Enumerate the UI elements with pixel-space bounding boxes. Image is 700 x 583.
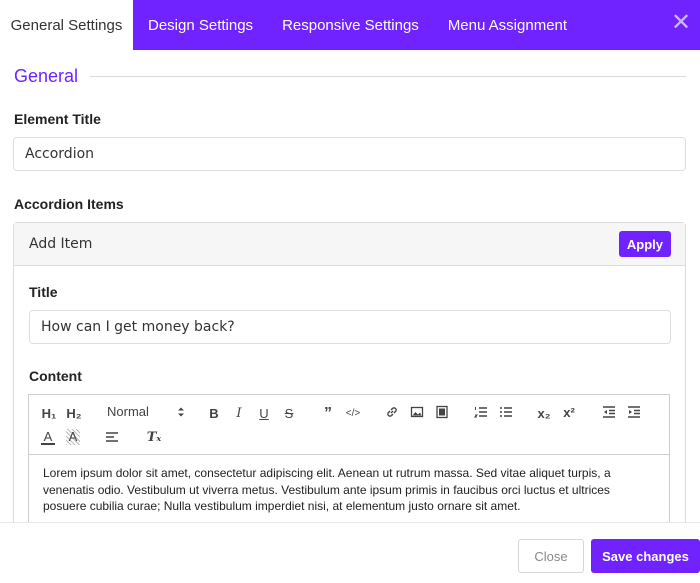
accordion-items-label: Accordion Items xyxy=(14,196,124,212)
modal-footer: Close Save changes xyxy=(0,522,700,583)
editor-content[interactable]: Lorem ipsum dolor sit amet, consectetur … xyxy=(29,455,669,515)
tab-design-settings[interactable]: Design Settings xyxy=(134,0,267,50)
accordion-item-panel: Add Item Apply Title How can I get money… xyxy=(13,222,686,522)
heading2-button[interactable]: H₂ xyxy=(65,405,83,423)
add-item-label: Add Item xyxy=(29,236,93,252)
tab-general-settings[interactable]: General Settings xyxy=(0,0,133,50)
close-button[interactable]: Close xyxy=(518,539,584,573)
tab-menu-assignment[interactable]: Menu Assignment xyxy=(434,0,581,50)
ordered-list-icon[interactable] xyxy=(473,405,488,423)
section-header: General xyxy=(14,66,686,87)
title-label: Title xyxy=(29,284,58,300)
editor-toolbar: H₁ H₂ Normal B I U S ” </> x₂ x² A A Tₓ xyxy=(29,395,669,455)
indent-icon[interactable] xyxy=(627,405,641,423)
section-divider xyxy=(90,76,686,77)
section-title: General xyxy=(14,66,79,86)
apply-button[interactable]: Apply xyxy=(618,231,671,257)
close-icon[interactable]: ✕ xyxy=(668,10,694,36)
blockquote-button[interactable]: ” xyxy=(320,405,336,423)
save-changes-button[interactable]: Save changes xyxy=(591,539,700,573)
link-icon[interactable] xyxy=(385,405,399,423)
code-block-button[interactable]: </> xyxy=(344,405,362,423)
italic-button[interactable]: I xyxy=(232,405,246,423)
subscript-button[interactable]: x₂ xyxy=(536,405,552,423)
element-title-input[interactable]: Accordion xyxy=(13,137,686,171)
accordion-item-header: Add Item Apply xyxy=(14,223,685,266)
bullet-list-icon[interactable] xyxy=(499,405,513,423)
outdent-icon[interactable] xyxy=(602,405,616,423)
select-arrows-icon xyxy=(174,405,186,423)
rich-text-editor: H₁ H₂ Normal B I U S ” </> x₂ x² A A Tₓ … xyxy=(28,394,670,522)
settings-content: General Element Title Accordion Accordio… xyxy=(0,50,700,522)
underline-button[interactable]: U xyxy=(257,405,271,423)
settings-tabs: General Settings Design Settings Respons… xyxy=(0,0,700,50)
tab-responsive-settings[interactable]: Responsive Settings xyxy=(268,0,433,50)
content-label: Content xyxy=(29,368,82,384)
video-icon[interactable] xyxy=(435,405,449,423)
align-icon[interactable] xyxy=(105,430,119,448)
heading1-button[interactable]: H₁ xyxy=(40,405,58,423)
text-color-button[interactable]: A xyxy=(41,429,55,445)
element-title-label: Element Title xyxy=(14,111,101,127)
item-title-input[interactable]: How can I get money back? xyxy=(29,310,671,344)
image-icon[interactable] xyxy=(410,405,424,423)
background-color-button[interactable]: A xyxy=(66,429,80,445)
format-select[interactable]: Normal xyxy=(107,403,151,421)
clear-format-button[interactable]: Tₓ xyxy=(146,429,162,447)
superscript-button[interactable]: x² xyxy=(561,404,577,422)
strike-button[interactable]: S xyxy=(282,405,296,423)
bold-button[interactable]: B xyxy=(207,405,221,423)
